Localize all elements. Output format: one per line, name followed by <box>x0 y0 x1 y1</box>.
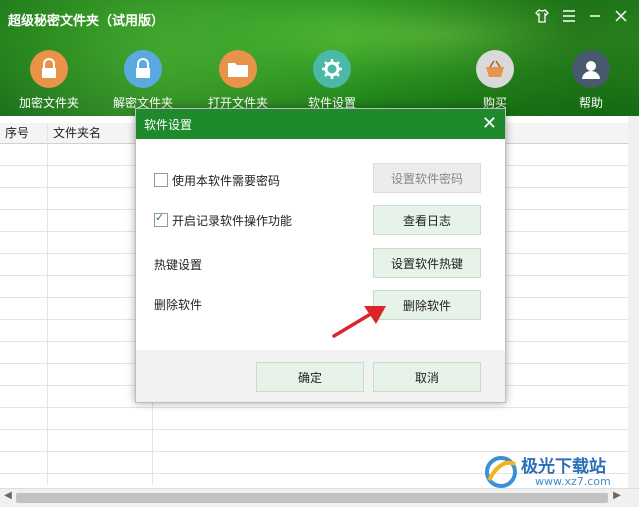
unlock-icon <box>124 50 162 88</box>
lock-icon <box>30 50 68 88</box>
encrypt-folder-label: 加密文件夹 <box>18 96 79 110</box>
scroll-left-icon[interactable]: ◀ <box>1 490 15 501</box>
pointer-arrow-icon <box>332 306 386 338</box>
scroll-thumb[interactable] <box>16 493 608 503</box>
cancel-button[interactable]: 取消 <box>373 362 481 392</box>
set-password-button[interactable]: 设置软件密码 <box>373 163 481 193</box>
watermark: 极光下载站 www.xz7.com <box>483 452 633 492</box>
settings-dialog: 软件设置 ✕ 使用本软件需要密码 设置软件密码 开启记录软件操作功能 查看日志 … <box>135 108 506 403</box>
open-folder-button[interactable]: 打开文件夹 <box>198 50 278 111</box>
user-icon <box>572 50 610 88</box>
encrypt-folder-button[interactable]: 加密文件夹 <box>9 50 89 111</box>
dialog-body: 使用本软件需要密码 设置软件密码 开启记录软件操作功能 查看日志 热键设置 设置… <box>136 139 505 350</box>
dialog-close-icon[interactable]: ✕ <box>482 113 497 134</box>
settings-button[interactable]: 软件设置 <box>292 50 372 111</box>
basket-icon <box>476 50 514 88</box>
uninstall-label: 删除软件 <box>154 298 203 312</box>
enable-log-option[interactable]: 开启记录软件操作功能 <box>154 211 293 229</box>
help-label: 帮助 <box>578 96 603 110</box>
app-title: 超级秘密文件夹（试用版） <box>8 14 165 29</box>
hotkey-label: 热键设置 <box>154 258 203 272</box>
app-header: 超级秘密文件夹（试用版） 加密文件夹 解密文件夹 打开文件夹 软件设置 购买 帮… <box>0 0 639 116</box>
menu-icon[interactable] <box>560 8 578 26</box>
close-icon[interactable] <box>612 8 630 26</box>
vertical-scrollbar[interactable] <box>628 116 639 488</box>
set-hotkey-button[interactable]: 设置软件热键 <box>373 248 481 278</box>
buy-button[interactable]: 购买 <box>455 50 535 111</box>
watermark-name: 极光下载站 <box>521 457 606 477</box>
decrypt-folder-button[interactable]: 解密文件夹 <box>103 50 183 111</box>
require-password-checkbox[interactable] <box>154 173 168 187</box>
table-row <box>0 407 628 408</box>
minimize-icon[interactable] <box>586 8 604 26</box>
enable-log-label: 开启记录软件操作功能 <box>172 214 293 228</box>
help-button[interactable]: 帮助 <box>551 50 631 111</box>
watermark-logo-icon <box>485 456 517 488</box>
watermark-url: www.xz7.com <box>535 475 611 488</box>
require-password-label: 使用本软件需要密码 <box>172 174 281 188</box>
ok-button[interactable]: 确定 <box>256 362 364 392</box>
enable-log-checkbox[interactable] <box>154 211 168 227</box>
dialog-titlebar: 软件设置 ✕ <box>136 109 505 139</box>
grid-divider <box>47 123 48 485</box>
require-password-option[interactable]: 使用本软件需要密码 <box>154 172 280 189</box>
table-row <box>0 429 628 430</box>
view-log-button[interactable]: 查看日志 <box>373 205 481 235</box>
gear-icon <box>313 50 351 88</box>
folder-icon <box>219 50 257 88</box>
dialog-footer: 确定 取消 <box>136 350 505 402</box>
dialog-title: 软件设置 <box>144 118 193 132</box>
skin-icon[interactable] <box>533 8 551 26</box>
column-header-index[interactable]: 序号 <box>0 123 48 143</box>
